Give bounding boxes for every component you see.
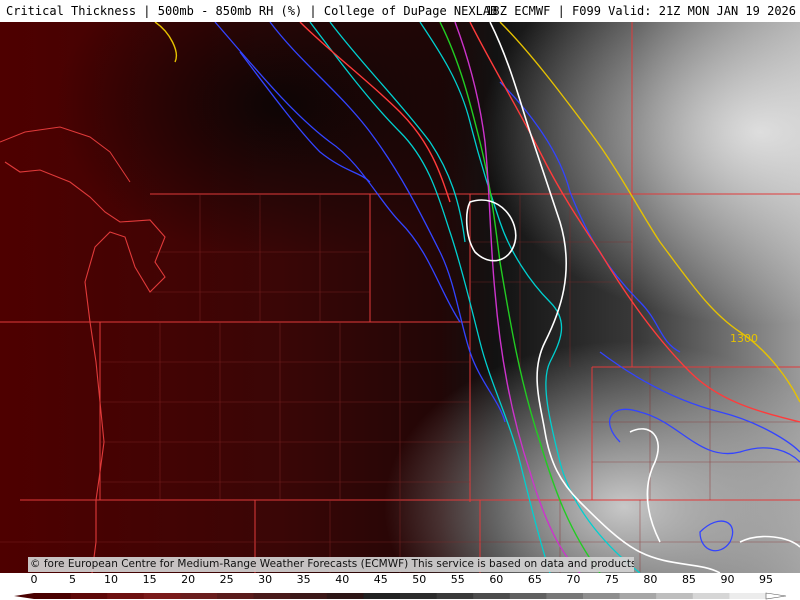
legend-swatch [326,593,364,599]
legend-tick-label: 35 [296,573,311,586]
legend-tick-label: 15 [142,573,157,586]
thickness-contour-label: 1300 [730,332,758,345]
legend-tick-label: 80 [643,573,658,586]
legend-colorbar [14,592,787,600]
legend-left-arrow [14,593,34,599]
header-bar: Critical Thickness | 500mb - 850mb RH (%… [0,0,800,22]
legend-swatch [509,593,547,599]
legend-right-arrow [765,592,787,600]
model-valid-time: 18Z ECMWF | F099 Valid: 21Z MON JAN 19 2… [485,4,796,18]
legend-swatch [253,593,291,599]
legend-tick-label: 30 [258,573,273,586]
legend-swatch [473,593,511,599]
legend-swatch [656,593,694,599]
legend-swatch [400,593,438,599]
legend-tick-label: 40 [335,573,350,586]
legend-tick-label: 0 [30,573,38,586]
legend-swatch [34,593,72,599]
legend-tick-label: 25 [219,573,234,586]
legend-swatch [692,593,730,599]
legend-tick-label: 20 [181,573,196,586]
legend-swatch [583,593,621,599]
legend-swatch [107,593,145,599]
legend-tick-label: 65 [527,573,542,586]
data-credit: © fore European Centre for Medium-Range … [28,557,634,572]
legend-swatch [180,593,218,599]
legend-swatch [436,593,474,599]
product-title: Critical Thickness | 500mb - 850mb RH (%… [6,4,498,18]
legend-tick-label: 85 [681,573,696,586]
legend-swatch [70,593,108,599]
legend-swatch [143,593,181,599]
legend-swatch [363,593,401,599]
legend-tick-label: 5 [69,573,77,586]
legend-tick-label: 70 [566,573,581,586]
color-legend: 0 5 10 15 20 25 30 35 40 45 50 55 60 65 70 75 80 85 90 95 [0,573,800,600]
legend-swatch [217,593,255,599]
legend-swatch [290,593,328,599]
legend-tick-label: 90 [720,573,735,586]
map-panel: 1300 [0,22,800,573]
legend-tick-label: 45 [373,573,388,586]
legend-tick-label: 95 [759,573,773,586]
legend-tick-label: 55 [450,573,465,586]
map-canvas [0,22,800,573]
legend-tick-label: 60 [489,573,504,586]
legend-swatch [729,593,767,599]
legend-swatch [619,593,657,599]
legend-swatch [546,593,584,599]
legend-tick-label: 75 [604,573,619,586]
legend-tick-label: 50 [412,573,427,586]
legend-tick-label: 10 [104,573,119,586]
